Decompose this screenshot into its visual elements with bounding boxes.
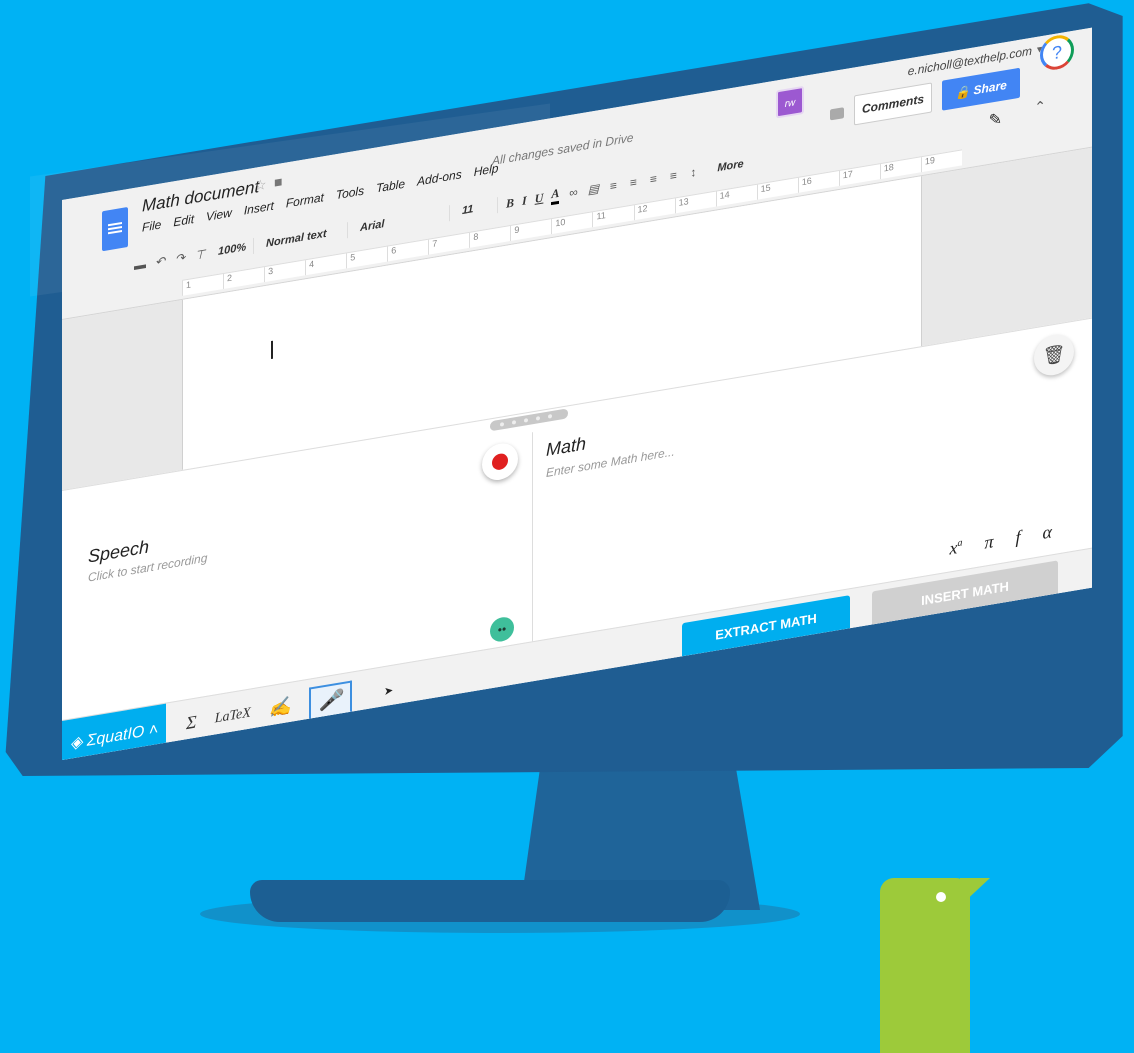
ruler-mark: 19 bbox=[920, 150, 962, 173]
more-button[interactable]: More bbox=[717, 158, 743, 174]
comment-icon[interactable]: ▤ bbox=[587, 181, 599, 197]
menu-file[interactable]: File bbox=[142, 217, 161, 234]
handwriting-icon[interactable]: ✍ bbox=[269, 696, 291, 721]
scene: Math document ☆ ■ File Edit View Insert … bbox=[0, 0, 1134, 1053]
align-left-icon[interactable]: ≡ bbox=[607, 178, 619, 193]
font-size-select[interactable]: 11 bbox=[458, 197, 498, 220]
font-select[interactable]: Arial bbox=[356, 205, 450, 237]
ruler-mark: 14 bbox=[715, 184, 757, 207]
align-center-icon[interactable]: ≡ bbox=[627, 175, 639, 190]
ruler-mark: 9 bbox=[510, 219, 552, 241]
save-status[interactable]: All changes saved in Drive bbox=[492, 130, 633, 168]
collapse-icon[interactable]: ⌃ bbox=[1034, 97, 1046, 116]
record-button[interactable] bbox=[482, 440, 518, 483]
text-cursor bbox=[271, 340, 273, 360]
chat-icon[interactable] bbox=[830, 107, 844, 121]
latex-editor-icon[interactable]: LaTeX bbox=[215, 705, 251, 727]
menu-format[interactable]: Format bbox=[286, 190, 324, 210]
equation-editor-icon[interactable]: Σ bbox=[186, 711, 197, 734]
italic-button[interactable]: I bbox=[522, 193, 527, 209]
ruler-mark: 4 bbox=[305, 253, 347, 276]
menu-addons[interactable]: Add-ons bbox=[417, 167, 462, 188]
bold-button[interactable]: B bbox=[506, 195, 514, 211]
ruler-mark: 1 bbox=[182, 274, 224, 296]
menu-insert[interactable]: Insert bbox=[244, 199, 274, 218]
text-color-button[interactable]: A bbox=[551, 185, 560, 206]
panel-divider bbox=[532, 432, 533, 643]
menu-tools[interactable]: Tools bbox=[336, 183, 364, 202]
alpha-button[interactable]: α bbox=[1043, 521, 1052, 544]
equatio-brand-label: ΣquatIO bbox=[86, 723, 145, 750]
mascot-beak bbox=[960, 878, 990, 906]
mouse-pointer-icon: ➤ bbox=[384, 684, 394, 699]
style-select[interactable]: Normal text bbox=[262, 222, 348, 253]
print-icon[interactable]: ▬ bbox=[134, 257, 146, 273]
menu-table[interactable]: Table bbox=[376, 177, 405, 196]
ruler-mark: 12 bbox=[633, 198, 675, 221]
underline-button[interactable]: U bbox=[535, 190, 544, 206]
function-button[interactable]: f bbox=[1016, 527, 1021, 549]
docs-logo-icon[interactable] bbox=[102, 206, 128, 252]
align-right-icon[interactable]: ≡ bbox=[647, 171, 659, 186]
ruler-mark: 5 bbox=[346, 246, 388, 269]
superscript-base: x bbox=[949, 537, 958, 559]
paint-format-icon[interactable]: ⊤ bbox=[194, 247, 206, 263]
ruler-mark: 7 bbox=[428, 232, 470, 255]
help-icon[interactable]: ? bbox=[1040, 32, 1074, 73]
ruler-mark: 11 bbox=[592, 205, 634, 228]
undo-icon[interactable]: ↶ bbox=[154, 254, 166, 270]
ruler-mark: 8 bbox=[469, 225, 511, 248]
mascot-eye bbox=[936, 892, 946, 902]
ruler-mark: 2 bbox=[223, 267, 265, 290]
menu-edit[interactable]: Edit bbox=[173, 212, 194, 229]
math-symbol-bar: xa π f α bbox=[950, 521, 1053, 559]
ruler-mark: 15 bbox=[756, 177, 798, 200]
ruler-mark: 3 bbox=[264, 260, 306, 283]
redo-icon[interactable]: ↷ bbox=[174, 250, 186, 266]
ruler-mark: 18 bbox=[879, 157, 921, 180]
ruler-mark: 13 bbox=[674, 191, 716, 214]
line-spacing-icon[interactable]: ↕ bbox=[687, 165, 699, 180]
ruler-mark: 17 bbox=[838, 164, 880, 187]
folder-icon[interactable]: ■ bbox=[274, 173, 282, 190]
pi-button[interactable]: π bbox=[985, 531, 994, 554]
menu-view[interactable]: View bbox=[206, 206, 232, 224]
superscript-button[interactable]: xa bbox=[950, 536, 963, 559]
ruler-mark: 6 bbox=[387, 239, 429, 262]
assistant-face-icon[interactable]: •• bbox=[490, 615, 514, 644]
star-icon[interactable]: ☆ bbox=[254, 176, 267, 195]
zoom-select[interactable]: 100% bbox=[214, 237, 254, 261]
read-write-extension-icon[interactable]: rw bbox=[776, 85, 804, 119]
trash-icon[interactable]: 🗑 bbox=[1034, 331, 1074, 379]
mascot-body bbox=[880, 878, 970, 1053]
ruler-mark: 10 bbox=[551, 212, 593, 235]
edit-mode-pen-icon[interactable]: ✎ bbox=[989, 109, 1002, 131]
superscript-exponent: a bbox=[957, 537, 963, 550]
link-icon[interactable]: ∞ bbox=[567, 185, 579, 200]
share-label: Share bbox=[973, 77, 1007, 98]
math-title: Math bbox=[546, 433, 587, 461]
ruler-mark: 16 bbox=[797, 171, 839, 193]
monitor-stand-base bbox=[250, 880, 730, 922]
justify-icon[interactable]: ≡ bbox=[667, 168, 679, 183]
